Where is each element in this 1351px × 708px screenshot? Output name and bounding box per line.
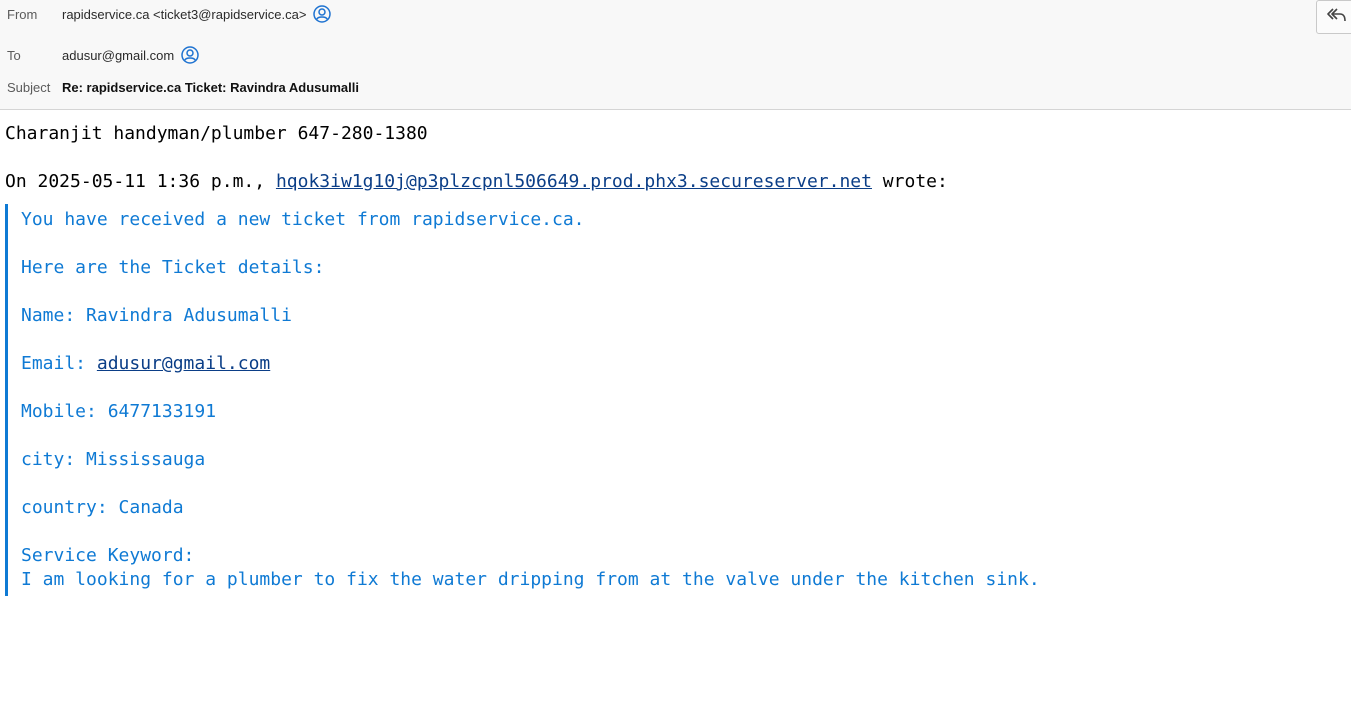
- reply-all-button[interactable]: [1316, 0, 1351, 34]
- to-value[interactable]: adusur@gmail.com: [62, 46, 199, 64]
- subject-value: Re: rapidservice.ca Ticket: Ravindra Adu…: [62, 79, 359, 95]
- to-label: To: [7, 47, 21, 63]
- subject-label: Subject: [7, 79, 51, 95]
- quote-intro: You have received a new ticket from rapi…: [21, 209, 585, 230]
- quote-email-link[interactable]: adusur@gmail.com: [97, 353, 270, 374]
- reply-text: Charanjit handyman/plumber 647-280-1380: [5, 123, 428, 144]
- attribution-prefix: On 2025-05-11 1:36 p.m.,: [5, 171, 276, 192]
- quote-name: Name: Ravindra Adusumalli: [21, 305, 292, 326]
- from-value[interactable]: rapidservice.ca <ticket3@rapidservice.ca…: [62, 5, 332, 23]
- quote-details-heading: Here are the Ticket details:: [21, 257, 325, 278]
- attribution-line: On 2025-05-11 1:36 p.m., hqok3iw1g10j@p3…: [5, 170, 948, 194]
- quote-service-keyword-label: Service Keyword:: [21, 545, 195, 566]
- quote-service-keyword-text: I am looking for a plumber to fix the wa…: [21, 569, 1040, 590]
- attribution-suffix: wrote:: [871, 171, 948, 192]
- message-header: From rapidservice.ca <ticket3@rapidservi…: [0, 0, 1351, 110]
- quote-email: Email: adusur@gmail.com: [21, 352, 270, 376]
- reply-all-icon: [1327, 6, 1347, 29]
- message-body: Charanjit handyman/plumber 647-280-1380 …: [0, 110, 1351, 708]
- from-label: From: [7, 6, 38, 22]
- contact-icon[interactable]: [313, 5, 332, 23]
- from-address[interactable]: rapidservice.ca <ticket3@rapidservice.ca…: [62, 7, 306, 22]
- quoted-message: You have received a new ticket from rapi…: [5, 204, 1208, 596]
- contact-icon[interactable]: [181, 46, 199, 64]
- quote-mobile: Mobile: 6477133191: [21, 401, 217, 422]
- quote-email-label: Email:: [21, 353, 97, 374]
- quote-city: city: Mississauga: [21, 449, 206, 470]
- quote-country: country: Canada: [21, 497, 184, 518]
- attribution-email-link[interactable]: hqok3iw1g10j@p3plzcpnl506649.prod.phx3.s…: [276, 171, 872, 192]
- to-address[interactable]: adusur@gmail.com: [62, 48, 174, 63]
